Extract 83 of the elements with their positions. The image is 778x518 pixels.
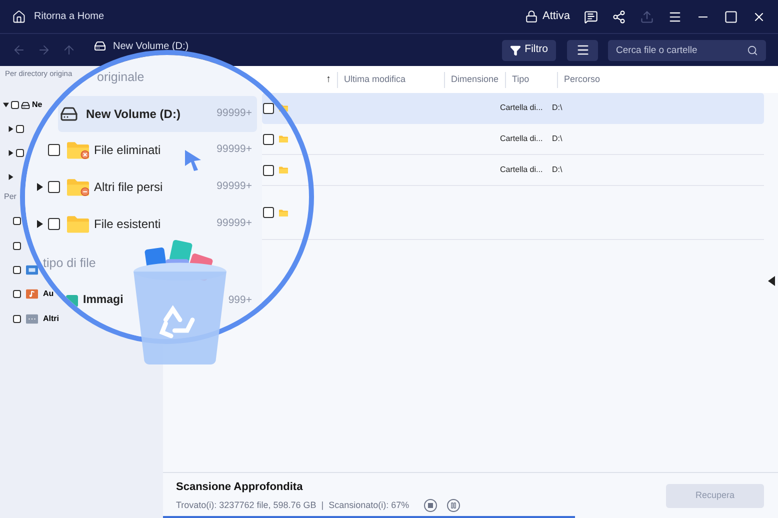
table-row[interactable]: Cartella di... D:\ xyxy=(262,155,764,186)
item-count: 99999+ xyxy=(216,142,252,158)
checkbox[interactable] xyxy=(263,207,274,218)
filter-button[interactable]: Filtro xyxy=(502,40,556,60)
drive-icon xyxy=(94,40,106,52)
table-row[interactable]: Cartella di... D:\ xyxy=(262,124,764,155)
column-header[interactable]: ↑ xyxy=(326,72,331,87)
folder-label: File esistenti xyxy=(94,216,161,234)
item-count: 99999+ xyxy=(216,179,252,194)
checkbox[interactable] xyxy=(263,102,274,114)
checkbox[interactable] xyxy=(48,181,60,194)
checkbox[interactable] xyxy=(263,134,274,144)
checkbox[interactable] xyxy=(13,290,21,298)
checkbox[interactable] xyxy=(48,218,60,230)
column-header[interactable]: Percorso xyxy=(564,72,600,86)
checkbox[interactable] xyxy=(16,149,24,158)
checkbox[interactable] xyxy=(16,125,24,134)
caret-right-icon[interactable] xyxy=(36,220,44,228)
table-cell-text: Cartella di... xyxy=(500,102,544,114)
scan-title: Scansione Approfondita xyxy=(176,480,304,495)
checkbox[interactable] xyxy=(13,217,21,226)
scanned-percent: Scansionato(i): 67% xyxy=(328,498,410,512)
caret-right-icon[interactable] xyxy=(8,174,14,180)
search-field[interactable]: Cerca file o cartelle xyxy=(608,40,766,60)
caret-right-icon[interactable] xyxy=(8,150,14,156)
separator: | xyxy=(321,498,324,512)
checkbox[interactable] xyxy=(13,314,21,323)
column-header[interactable]: Dimensione xyxy=(451,72,499,86)
table-cell: D:\ xyxy=(552,164,562,176)
checkbox[interactable] xyxy=(11,101,19,110)
section-title: tipo di file xyxy=(43,254,96,272)
caret-right-icon[interactable] xyxy=(36,183,44,192)
cursor-icon xyxy=(183,148,203,172)
lock-icon xyxy=(525,10,538,23)
section-title: Per xyxy=(3,191,16,204)
checkbox[interactable] xyxy=(13,242,21,250)
home-icon[interactable] xyxy=(12,10,26,24)
audio-type-icon xyxy=(26,289,38,300)
table-cell: D:\ xyxy=(552,102,562,114)
drive-label: New Volume (D:) xyxy=(86,106,180,123)
column-header[interactable]: Tipo xyxy=(512,72,530,86)
drive-icon xyxy=(60,104,78,123)
document-type-icon xyxy=(26,264,38,275)
file-type-item[interactable]: Au xyxy=(43,288,54,300)
file-type-item[interactable]: Altri xyxy=(43,312,59,325)
item-count: 99999+ xyxy=(216,216,252,232)
location-path: New Volume (D:) xyxy=(113,40,189,54)
menu-icon[interactable] xyxy=(668,10,682,24)
section-title: originale xyxy=(97,69,144,86)
checkbox[interactable] xyxy=(48,144,60,156)
checkbox[interactable] xyxy=(13,266,21,274)
deleted-folder-icon xyxy=(67,141,89,160)
table-cell: D:\ xyxy=(552,133,562,145)
menu-icon xyxy=(576,43,590,57)
maximize-icon[interactable] xyxy=(724,10,738,24)
image-type-icon xyxy=(66,294,78,306)
column-header[interactable]: Ultima modifica xyxy=(344,72,406,86)
share-icon[interactable] xyxy=(612,10,626,24)
caret-down-icon[interactable] xyxy=(3,102,9,108)
other-type-icon xyxy=(26,314,38,324)
caret-right-icon[interactable] xyxy=(8,126,14,132)
view-menu-button[interactable] xyxy=(567,40,598,60)
chat-icon[interactable] xyxy=(584,10,598,24)
folder-label: Altri file persi xyxy=(94,179,163,196)
stop-button[interactable] xyxy=(424,498,438,512)
home-link[interactable]: Ritorna a Home xyxy=(34,9,104,24)
table-cell-text: Cartella di... xyxy=(500,133,544,145)
lost-folder-icon xyxy=(67,178,89,196)
search-icon[interactable] xyxy=(747,44,758,56)
table-cell-text: Cartella di... xyxy=(500,164,544,176)
item-count: 999+ xyxy=(228,292,252,308)
item-count: 99999+ xyxy=(216,106,252,121)
folder-label: File eliminati xyxy=(94,142,161,160)
folder-icon xyxy=(67,215,89,234)
checkbox[interactable] xyxy=(263,164,274,176)
tree-item[interactable]: Ne xyxy=(32,101,42,110)
pause-icon xyxy=(450,502,458,509)
pause-button[interactable] xyxy=(447,498,460,512)
panel-toggle-icon[interactable] xyxy=(768,276,775,286)
found-count: Trovato(i): 3237762 file, 598.76 GB xyxy=(176,498,316,512)
drive-icon xyxy=(21,100,30,110)
activate-button[interactable]: Attiva xyxy=(525,8,570,25)
filter-icon xyxy=(510,44,521,56)
